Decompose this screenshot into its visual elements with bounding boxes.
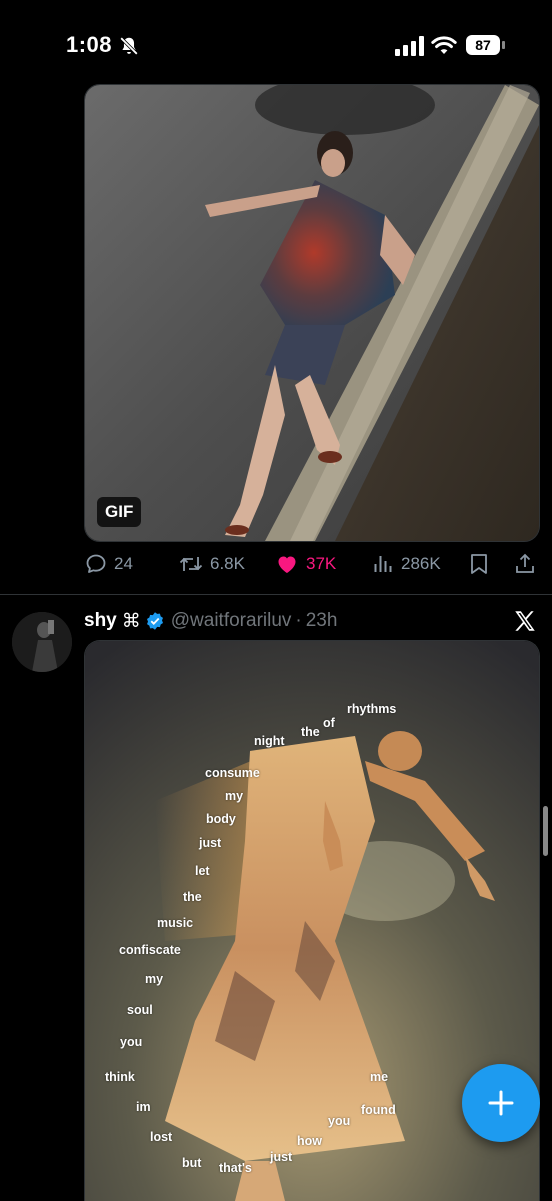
compose-button[interactable] (462, 1064, 540, 1142)
tweet-time[interactable]: 23h (306, 610, 338, 632)
status-bar: 1:08 87 (0, 0, 552, 86)
share-button[interactable] (513, 548, 543, 580)
image-word: lost (150, 1130, 173, 1144)
image-word: think (105, 1070, 135, 1084)
cellular-signal-icon (395, 36, 424, 56)
image-word: you (120, 1035, 143, 1049)
like-button[interactable]: 37K (274, 548, 336, 580)
views-icon (374, 556, 392, 572)
gif-badge: GIF (97, 497, 142, 527)
gif-image (85, 85, 539, 541)
image-word: the (183, 890, 202, 904)
retweet-count: 6.8K (210, 554, 245, 573)
reply-button[interactable]: 24 (84, 548, 133, 580)
view-count: 286K (401, 554, 441, 573)
battery-icon: 87 (466, 35, 506, 55)
image-word: consume (205, 766, 260, 780)
image-word: let (195, 864, 210, 878)
like-count: 37K (306, 554, 337, 573)
heart-icon (278, 556, 296, 573)
tweet2-header: shy ⌘ @waitforariluv · 23h (84, 607, 337, 635)
author-name[interactable]: shy (84, 610, 117, 632)
bell-slash-icon (120, 37, 138, 55)
reply-icon (86, 554, 106, 573)
image-word: how (297, 1134, 322, 1148)
views-button[interactable]: 286K (371, 548, 441, 580)
image-word: of (323, 716, 335, 730)
retweet-icon (179, 557, 203, 571)
image-word: just (270, 1150, 293, 1164)
share-icon (516, 553, 534, 573)
compose-plus-icon (488, 1090, 514, 1116)
verified-badge-icon (146, 612, 163, 630)
image-word: me (370, 1070, 389, 1084)
image-word: the (301, 725, 320, 739)
avatar[interactable] (12, 612, 72, 672)
image-word: soul (127, 1003, 153, 1017)
image-word: my (145, 972, 164, 986)
battery-level: 87 (466, 35, 500, 55)
status-time: 1:08 (66, 32, 113, 57)
image-word: rhythms (347, 702, 397, 716)
retweet-button[interactable]: 6.8K (178, 548, 245, 580)
wifi-icon (431, 36, 457, 54)
image-word: im (136, 1100, 151, 1114)
tweet-gif-media[interactable]: GIF (84, 84, 540, 542)
image-word: confiscate (119, 943, 181, 957)
scrollbar[interactable] (543, 806, 548, 856)
image-word: you (328, 1114, 351, 1128)
bookmark-icon (471, 554, 487, 574)
image-word: just (199, 836, 222, 850)
bookmark-button[interactable] (468, 548, 496, 580)
image-word: that's (219, 1161, 252, 1175)
tweet1-action-bar: 24 6.8K 37K 286K (84, 548, 538, 580)
name-symbol: ⌘ (121, 610, 141, 632)
separator: · (295, 610, 302, 631)
image-word: but (182, 1156, 202, 1170)
image-word: found (361, 1103, 396, 1117)
tweet-divider (0, 594, 552, 595)
reply-count: 24 (114, 554, 133, 573)
x-logo-icon[interactable] (512, 608, 538, 634)
image-word: night (254, 734, 285, 748)
author-handle[interactable]: @waitforariluv (171, 610, 292, 632)
image-word: body (206, 812, 236, 826)
image-word: my (225, 789, 244, 803)
image-word: music (157, 916, 194, 930)
